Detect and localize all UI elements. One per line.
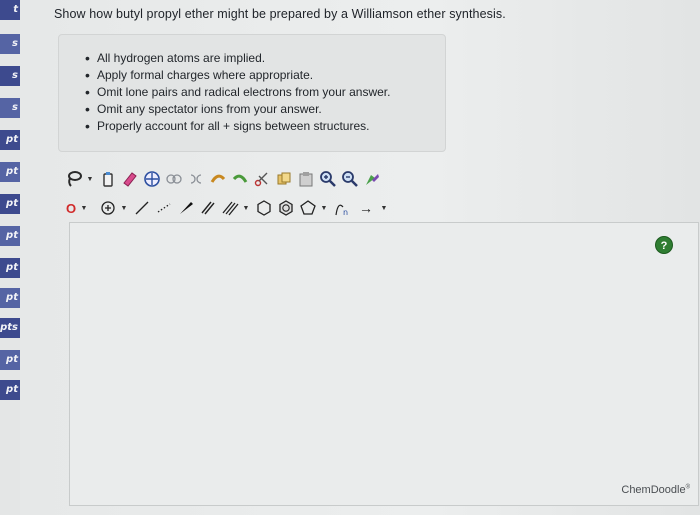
bond-dropdown-icon[interactable]: ▼ — [242, 205, 250, 212]
copy-icon[interactable] — [274, 169, 294, 189]
center-icon[interactable] — [142, 169, 162, 189]
sidebar-item[interactable]: s — [0, 66, 20, 86]
ring-dropdown-icon[interactable]: ▼ — [320, 205, 328, 212]
clean-icon[interactable] — [362, 169, 382, 189]
sidebar-item[interactable]: pt — [0, 288, 20, 308]
instructions-box: All hydrogen atoms are implied. Apply fo… — [58, 34, 446, 152]
toolbar-bottom: O ▼ ▼ ▼ ▼ n → ▼ — [64, 196, 444, 220]
double-bond-icon[interactable] — [198, 198, 218, 218]
lasso-icon[interactable] — [64, 169, 84, 189]
sidebar-item[interactable]: t — [0, 0, 20, 20]
atom-dropdown-icon[interactable]: ▼ — [80, 205, 88, 212]
flip-horizontal-icon[interactable] — [164, 169, 184, 189]
zoom-out-icon[interactable] — [340, 169, 360, 189]
cyclohexane-icon[interactable] — [254, 198, 274, 218]
arrow-dropdown-icon[interactable]: ▼ — [380, 205, 388, 212]
toolbar-top: ▼ — [64, 167, 444, 191]
triple-bond-icon[interactable] — [220, 198, 240, 218]
sidebar-item[interactable]: s — [0, 98, 20, 118]
instruction-item: Apply formal charges where appropriate. — [85, 67, 445, 84]
redo-icon[interactable] — [230, 169, 250, 189]
arrow-tool[interactable]: → — [354, 198, 378, 218]
sidebar-item[interactable]: pt — [0, 380, 20, 400]
instruction-item: Omit any spectator ions from your answer… — [85, 101, 445, 118]
sidebar-item[interactable]: s — [0, 34, 20, 54]
single-bond-icon[interactable] — [132, 198, 152, 218]
instruction-item: Properly account for all + signs between… — [85, 118, 445, 135]
cyclopentane-icon[interactable] — [298, 198, 318, 218]
question-text: Show how butyl propyl ether might be pre… — [54, 7, 506, 21]
eraser-icon[interactable] — [120, 169, 140, 189]
svg-text:n: n — [343, 208, 348, 217]
instruction-item: All hydrogen atoms are implied. — [85, 50, 445, 67]
sidebar-item[interactable]: pt — [0, 130, 20, 150]
atom-oxygen-button[interactable]: O — [64, 198, 78, 218]
brand-text: ChemDoodle — [621, 484, 686, 496]
drawing-canvas[interactable]: ? ChemDoodle® — [69, 222, 699, 506]
zoom-in-icon[interactable] — [318, 169, 338, 189]
sidebar-item[interactable]: pts — [0, 318, 20, 338]
help-button[interactable]: ? — [655, 236, 673, 254]
sidebar-item[interactable]: pt — [0, 350, 20, 370]
sidebar: t s s s pt pt pt pt pt pt pts pt pt — [0, 0, 20, 515]
chain-icon[interactable]: n — [332, 198, 352, 218]
lasso-dropdown-icon[interactable]: ▼ — [86, 176, 94, 183]
dashed-bond-icon[interactable] — [154, 198, 174, 218]
paste-icon[interactable] — [296, 169, 316, 189]
main-content: Show how butyl propyl ether might be pre… — [20, 0, 700, 515]
brand-mark: ® — [685, 484, 690, 491]
chemdoodle-brand: ChemDoodle® — [621, 484, 690, 496]
sidebar-item[interactable]: pt — [0, 226, 20, 246]
wedge-bond-icon[interactable] — [176, 198, 196, 218]
clear-icon[interactable] — [98, 169, 118, 189]
flip-vertical-icon[interactable] — [186, 169, 206, 189]
charge-dropdown-icon[interactable]: ▼ — [120, 205, 128, 212]
instruction-item: Omit lone pairs and radical electrons fr… — [85, 84, 445, 101]
cut-icon[interactable] — [252, 169, 272, 189]
instructions-list: All hydrogen atoms are implied. Apply fo… — [85, 50, 445, 135]
sidebar-item[interactable]: pt — [0, 194, 20, 214]
sidebar-item[interactable]: pt — [0, 162, 20, 182]
benzene-icon[interactable] — [276, 198, 296, 218]
undo-icon[interactable] — [208, 169, 228, 189]
charge-plus-icon[interactable] — [98, 198, 118, 218]
sidebar-item[interactable]: pt — [0, 258, 20, 278]
